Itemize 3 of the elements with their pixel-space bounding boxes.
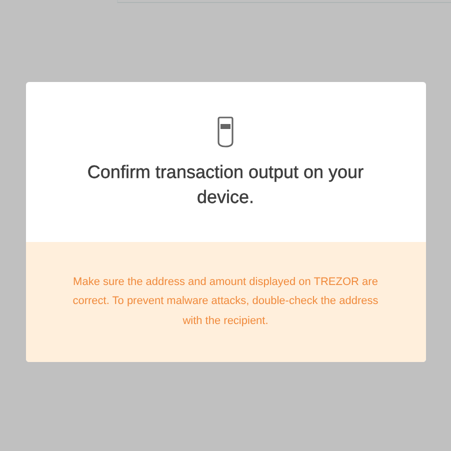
warning-message: Make sure the address and amount displayed on TREZOR are correct. To prevent malware attacks, double-check the address with the recipient. xyxy=(72,274,380,329)
dialog-title: Confirm transaction output on your device. xyxy=(86,161,365,209)
device-icon xyxy=(217,116,234,148)
